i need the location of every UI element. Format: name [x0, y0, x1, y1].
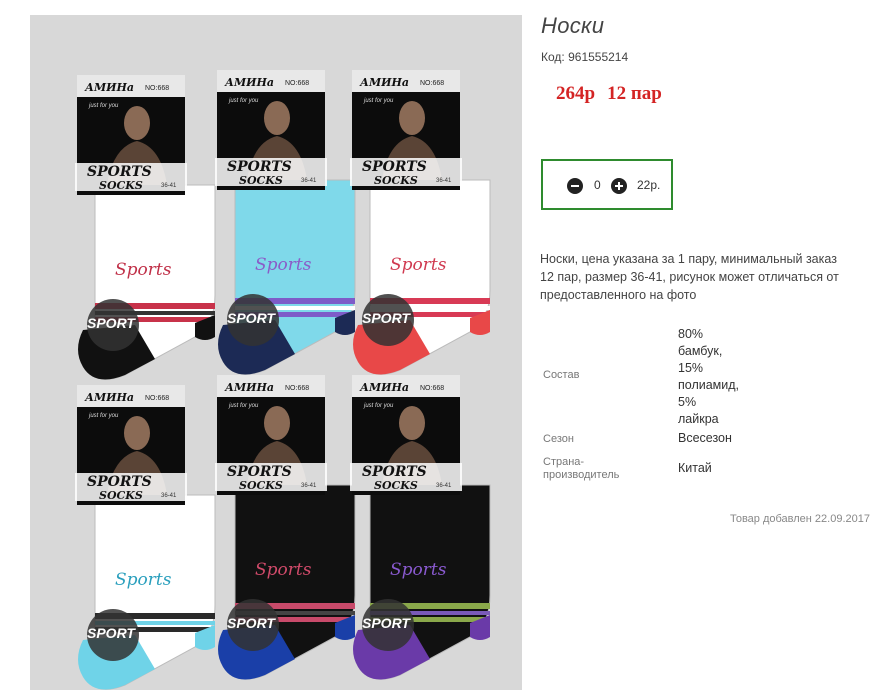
sock-text: Sports	[255, 560, 312, 580]
pack-model-number: NO:668	[420, 385, 444, 392]
quantity-total: 22р.	[637, 178, 661, 192]
pack-title: SPORTS	[227, 464, 292, 480]
pack-badge-text: SPORT	[87, 625, 136, 641]
pack-size: 12 пар	[607, 83, 662, 104]
pack-size: 36-41	[161, 493, 177, 499]
pack-brand: АМИНа	[84, 391, 134, 404]
sock-pack: Sports АМИНа NO:668 just for you SPORTSSOCKS…	[215, 70, 356, 375]
decrease-quantity-button[interactable]	[567, 178, 583, 194]
price-value: 264р	[556, 83, 596, 104]
pack-title: SPORTS	[362, 464, 427, 480]
pack-brand: АМИНа	[84, 81, 134, 94]
socks-image: SportsАМИНа NO:668just for youSPORTSSOCKS…	[75, 70, 491, 690]
sock-text: Sports	[255, 255, 312, 275]
product-code-value: 961555214	[568, 50, 629, 64]
pack-badge-text: SPORT	[87, 315, 136, 331]
pack-title: SPORTS	[87, 164, 152, 180]
composition-line: 15%	[678, 361, 704, 375]
pack-size: 36-41	[161, 183, 177, 189]
increase-quantity-button[interactable]	[611, 178, 627, 194]
pack-brand: АМИНа	[224, 76, 274, 89]
sock-pack: Sports АМИНа NO:668 just for you SPORTSSOCKS…	[215, 375, 356, 680]
pack-title: SPORTS	[87, 474, 152, 490]
pack-tagline: just for you	[228, 98, 259, 104]
price-row: 264р 12 пар	[556, 83, 662, 105]
product-photo[interactable]: Sports АМИНа NO:668 just for you SPORTS SOCKS…	[30, 15, 522, 690]
spec-country-label: Страна- производитель	[543, 456, 619, 482]
pack-model-number: NO:668	[145, 395, 169, 402]
pack-subtitle: SOCKS	[99, 179, 143, 192]
spec-season-label: Сезон	[543, 433, 574, 445]
pack-athlete-head	[264, 406, 290, 440]
pack-athlete-head	[124, 106, 150, 140]
pack-model-number: NO:668	[285, 385, 309, 392]
pack-size: 36-41	[301, 178, 317, 184]
pack-tagline: just for you	[363, 403, 394, 409]
composition-line: 5%	[678, 395, 697, 409]
pack-model-number: NO:668	[285, 80, 309, 87]
pack-subtitle: SOCKS	[239, 174, 283, 187]
pack-model-number: NO:668	[420, 80, 444, 87]
pack-subtitle: SOCKS	[374, 174, 418, 187]
pack-tagline: just for you	[363, 98, 394, 104]
sock-text: Sports	[115, 570, 172, 590]
product-code: Код: 961555214	[541, 50, 628, 64]
pack-athlete-head	[124, 416, 150, 450]
composition-line: 80%	[678, 327, 704, 341]
sock-pack: Sports АМИНа NO:668 just for you SPORTSSOCKS…	[75, 75, 216, 380]
pack-badge-text: SPORT	[362, 310, 411, 326]
pack-tagline: just for you	[228, 403, 259, 409]
pack-title: SPORTS	[362, 159, 427, 175]
pack-brand: АМИНа	[359, 381, 409, 394]
country-label-line: производитель	[543, 469, 620, 481]
sock-pack: Sports АМИНа NO:668 just for you SPORTSSOCKS…	[350, 375, 491, 680]
pack-subtitle: SOCKS	[374, 479, 418, 492]
product-description: Носки, цена указана за 1 пару, минимальн…	[540, 252, 839, 302]
country-label-line: Страна-	[543, 456, 585, 468]
pack-brand: АМИНа	[224, 381, 274, 394]
pack-size: 36-41	[436, 483, 452, 489]
pack-badge-text: SPORT	[227, 615, 276, 631]
composition-line: лайкра	[678, 412, 719, 426]
pack-badge-text: SPORT	[227, 310, 276, 326]
date-added: Товар добавлен 22.09.2017	[729, 513, 870, 525]
pack-size: 36-41	[436, 178, 452, 184]
sock-text: Sports	[390, 560, 447, 580]
product-title: Носки	[541, 13, 605, 38]
pack-subtitle: SOCKS	[239, 479, 283, 492]
pack-badge-text: SPORT	[362, 615, 411, 631]
pack-athlete-head	[264, 101, 290, 135]
quantity-selector: 0 22р.	[541, 159, 673, 210]
spec-season-value: Всесезон	[678, 431, 732, 445]
spec-country-value: Китай	[678, 461, 712, 475]
pack-tagline: just for you	[88, 413, 119, 419]
pack-title: SPORTS	[227, 159, 292, 175]
product-code-label: Код:	[541, 50, 565, 64]
sock-pack: Sports АМИНа NO:668 just for you SPORTSSOCKS…	[350, 70, 491, 375]
sock-pack: Sports АМИНа NO:668 just for you SPORTSSOCKS…	[75, 385, 216, 690]
pack-athlete-head	[399, 101, 425, 135]
sock-text: Sports	[390, 255, 447, 275]
quantity-value[interactable]: 0	[594, 178, 601, 192]
pack-size: 36-41	[301, 483, 317, 489]
pack-brand: АМИНа	[359, 76, 409, 89]
composition-line: бамбук,	[678, 344, 723, 358]
pack-tagline: just for you	[88, 103, 119, 109]
pack-athlete-head	[399, 406, 425, 440]
product-info: Носки Код: 961555214 264р 12 пар 0 22р. Н…	[540, 0, 875, 690]
pack-subtitle: SOCKS	[99, 489, 143, 502]
pack-model-number: NO:668	[145, 85, 169, 92]
spec-composition-value: 80% бамбук, 15% полиамид, 5% лайкра	[678, 326, 739, 428]
composition-line: полиамид,	[678, 378, 740, 392]
spec-composition-label: Состав	[543, 369, 580, 381]
sock-text: Sports	[115, 260, 172, 280]
